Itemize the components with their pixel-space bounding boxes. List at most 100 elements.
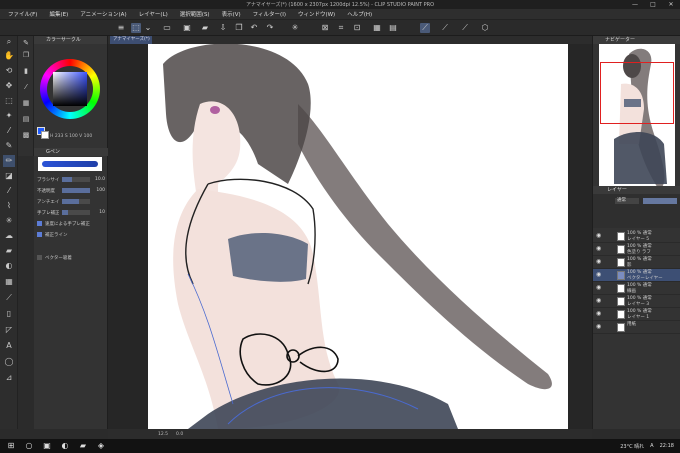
vector-snap-row[interactable]: ベクター吸着: [37, 253, 105, 262]
deselect-icon[interactable]: ⊠: [320, 23, 330, 33]
minimize-button[interactable]: —: [626, 0, 644, 9]
menu-layer[interactable]: レイヤー(L): [139, 10, 168, 18]
save-icon[interactable]: ▣: [182, 23, 192, 33]
maximize-button[interactable]: □: [644, 0, 662, 9]
brush-size-row[interactable]: ブラシサイズ 10.0: [37, 175, 105, 184]
layer-subtool-icon[interactable]: ▤: [21, 114, 31, 124]
navigator-preview[interactable]: [599, 44, 675, 192]
menu-edit[interactable]: 編集(E): [49, 10, 68, 18]
brush-subtool-icon[interactable]: ⁄: [21, 82, 31, 92]
figure-icon[interactable]: ⟋: [3, 292, 15, 304]
eye-icon[interactable]: ◉: [596, 272, 602, 278]
layer-row[interactable]: ◉ 100 % 通常 レイヤー 5: [593, 230, 680, 243]
eye-icon[interactable]: ◉: [596, 259, 602, 265]
hamburger-menu-icon[interactable]: ≡: [116, 23, 126, 33]
frame-icon[interactable]: ◸: [3, 324, 15, 336]
menu-file[interactable]: ファイル(F): [8, 10, 37, 18]
zoom-value[interactable]: 12.5: [158, 432, 168, 437]
menu-filter[interactable]: フィルター(I): [253, 10, 286, 18]
document-tab[interactable]: アナマイヤーズ(*): [110, 36, 152, 44]
navigator-viewport[interactable]: [600, 62, 674, 124]
loading-icon[interactable]: ✳: [290, 23, 300, 33]
eyedropper-icon[interactable]: ⁄: [3, 125, 15, 137]
new-file-icon[interactable]: ▭: [162, 23, 172, 33]
layer-row[interactable]: ◉ 100 % 通常 線画: [593, 282, 680, 295]
chevron-down-icon[interactable]: ⌄: [143, 23, 153, 33]
layer-row[interactable]: ◉ 100 % 通常 レイヤー 1: [593, 308, 680, 321]
vector-snap-checkbox[interactable]: [37, 255, 42, 260]
crop-icon[interactable]: ⌗: [336, 23, 346, 33]
explorer-icon[interactable]: ▰: [76, 439, 90, 453]
undo-icon[interactable]: ↶: [249, 23, 259, 33]
eye-icon[interactable]: ◉: [596, 298, 602, 304]
texture-subtool-icon[interactable]: ▦: [21, 98, 31, 108]
brightness-value[interactable]: V 100: [79, 134, 92, 139]
saturation-value[interactable]: S 100: [65, 134, 78, 139]
menu-window[interactable]: ウィンドウ(W): [298, 10, 335, 18]
stabilization-slider[interactable]: [62, 210, 90, 215]
layer-row[interactable]: ◉ 100 % 通常 レイヤー 3: [593, 295, 680, 308]
opacity-row[interactable]: 不透明度 100: [37, 186, 105, 195]
fill-icon[interactable]: ▦: [372, 23, 382, 33]
fill-icon[interactable]: ◐: [3, 260, 15, 272]
drawing-canvas[interactable]: [148, 44, 568, 429]
ruler-icon[interactable]: ▯: [3, 308, 15, 320]
weather-widget[interactable]: 23°C 晴れ: [620, 443, 644, 450]
rotate-icon[interactable]: ⟲: [3, 65, 15, 77]
blend-icon[interactable]: ☁: [3, 230, 15, 242]
move-icon[interactable]: ✥: [3, 80, 15, 92]
close-button[interactable]: ✕: [662, 0, 680, 9]
blend-mode-select[interactable]: 通常: [615, 198, 639, 204]
saturation-value-square[interactable]: [53, 72, 87, 106]
antialias-slider[interactable]: [62, 199, 90, 204]
antialias-row[interactable]: アンチエイリアス: [37, 197, 105, 206]
balloon-icon[interactable]: ◯: [3, 356, 15, 368]
cube-icon[interactable]: ⬡: [480, 23, 490, 33]
hand-icon[interactable]: ✋: [3, 50, 15, 62]
eye-icon[interactable]: ◉: [596, 246, 602, 252]
opacity-slider[interactable]: [62, 188, 90, 193]
menu-animation[interactable]: アニメーション(A): [80, 10, 126, 18]
brush-icon[interactable]: ⁄: [3, 185, 15, 197]
search-icon[interactable]: ○: [22, 439, 36, 453]
eraser-icon[interactable]: ◪: [3, 170, 15, 182]
snap-ruler-icon[interactable]: ⟋: [420, 23, 430, 33]
airbrush-icon[interactable]: ⌇: [3, 200, 15, 212]
clip-studio-icon[interactable]: ◈: [94, 439, 108, 453]
correction-line-row[interactable]: 補正ライン: [37, 230, 105, 239]
sub-color[interactable]: [41, 131, 49, 139]
bucket-icon[interactable]: ▰: [3, 245, 15, 257]
angle-value[interactable]: 0.0: [176, 432, 183, 437]
hue-value[interactable]: H 233: [50, 134, 63, 139]
stabilization-row[interactable]: 手ブレ補正 10: [37, 208, 105, 217]
color-wheel[interactable]: [40, 59, 100, 119]
eye-icon[interactable]: ◉: [596, 311, 602, 317]
marker-subtool-icon[interactable]: ▮: [21, 66, 31, 76]
export-icon[interactable]: ⇩: [218, 23, 228, 33]
layer-opacity-slider[interactable]: [643, 198, 677, 204]
copy-icon[interactable]: ❐: [234, 23, 244, 33]
menu-select[interactable]: 選択範囲(S): [180, 10, 210, 18]
pen-subtool-icon[interactable]: ✎: [21, 38, 31, 48]
speed-stabilization-checkbox[interactable]: [37, 221, 42, 226]
layer-row-selected[interactable]: ◉ 100 % 通常 ベクターレイヤー: [593, 269, 680, 282]
layer-row[interactable]: ◉ 用紙: [593, 321, 680, 334]
menu-view[interactable]: 表示(V): [222, 10, 241, 18]
layer-row[interactable]: ◉ 100 % 通常 色塗り ラフ: [593, 243, 680, 256]
redo-icon[interactable]: ↷: [265, 23, 275, 33]
pen-icon[interactable]: ✎: [3, 140, 15, 152]
eye-icon[interactable]: ◉: [596, 233, 602, 239]
correction-line-checkbox[interactable]: [37, 232, 42, 237]
layer-row[interactable]: ◉ 100 % 通常影: [593, 256, 680, 269]
transform-icon[interactable]: ⊡: [352, 23, 362, 33]
text-icon[interactable]: A: [3, 340, 15, 352]
task-view-icon[interactable]: ▣: [40, 439, 54, 453]
gradient-icon[interactable]: ▦: [3, 276, 15, 288]
snap-grid-icon[interactable]: ⟋: [460, 23, 470, 33]
speed-stabilization-row[interactable]: 速度による手ブレ補正: [37, 219, 105, 228]
eye-icon[interactable]: ◉: [596, 324, 602, 330]
edge-icon[interactable]: ◐: [58, 439, 72, 453]
copy-subtool-icon[interactable]: ❐: [21, 50, 31, 60]
windows-start-icon[interactable]: ⊞: [4, 439, 18, 453]
decoration-icon[interactable]: ✳: [3, 215, 15, 227]
